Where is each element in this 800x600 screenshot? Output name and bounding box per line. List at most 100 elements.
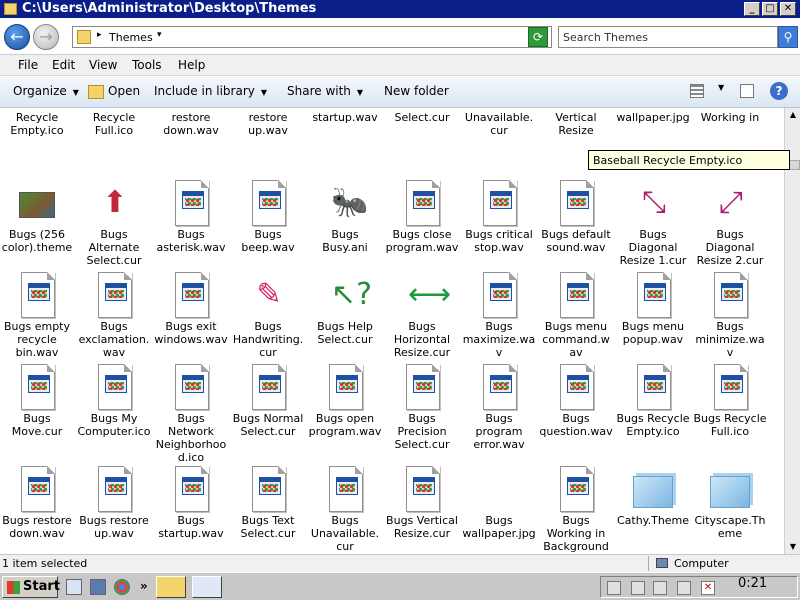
sound-file-icon	[171, 272, 211, 320]
file-item[interactable]: Baseball wallpaper.jpg	[616, 108, 690, 124]
file-item[interactable]: ↖? Bugs Help Select.cur	[308, 272, 382, 347]
include-in-library-button[interactable]: Include in library ▼	[154, 84, 267, 98]
file-item[interactable]: Baseball startup.wav	[308, 108, 382, 124]
file-item[interactable]: Bugs minimize.wav	[693, 272, 767, 359]
back-button[interactable]: ←	[4, 24, 30, 50]
file-item[interactable]: Bugs Precision Select.cur	[385, 364, 459, 451]
file-item[interactable]: Bugs Recycle Empty.ico	[616, 364, 690, 438]
file-item[interactable]: Bugs Text Select.cur	[231, 466, 305, 540]
file-label: Bugs Text Select.cur	[240, 514, 296, 540]
file-item[interactable]: Baseball Vertical Resize	[539, 108, 613, 137]
chevron-right-icon[interactable]: ▸	[97, 30, 102, 40]
menu-help[interactable]: Help	[178, 58, 205, 72]
file-item[interactable]: Bugs asterisk.wav	[154, 180, 228, 254]
file-item[interactable]: Bugs close program.wav	[385, 180, 459, 254]
file-item[interactable]: Bugs empty recycle bin.wav	[0, 272, 74, 359]
file-item[interactable]: Bugs Vertical Resize.cur	[385, 466, 459, 540]
file-item[interactable]: Bugs Move.cur	[0, 364, 74, 438]
file-item[interactable]: Cathy.Theme	[616, 466, 690, 527]
file-item[interactable]: Bugs startup.wav	[154, 466, 228, 540]
file-item[interactable]: Baseball Recycle Full.ico	[77, 108, 151, 137]
chevron-down-icon[interactable]: ▼	[718, 83, 724, 92]
menu-edit[interactable]: Edit	[52, 58, 75, 72]
file-item[interactable]: ⟷ Bugs Horizontal Resize.cur	[385, 272, 459, 360]
file-item[interactable]: Bugs Recycle Full.ico	[693, 364, 767, 438]
forward-button[interactable]: →	[33, 24, 59, 50]
file-item[interactable]: Bugs Unavailable.cur	[308, 466, 382, 553]
preview-pane-icon[interactable]	[740, 84, 754, 98]
network-icon[interactable]	[677, 581, 691, 595]
open-button[interactable]: Open	[108, 84, 140, 98]
file-item[interactable]: Bugs open program.wav	[308, 364, 382, 438]
file-item[interactable]: ✎ Bugs Handwriting.cur	[231, 272, 305, 360]
file-item[interactable]: Bugs wallpaper.jpg	[462, 466, 536, 540]
show-desktop-icon[interactable]	[66, 579, 82, 595]
menu-view[interactable]: View	[89, 58, 117, 72]
file-label: Bugs menu command.wav	[542, 320, 610, 359]
file-item[interactable]: Bugs default sound.wav	[539, 180, 613, 254]
start-button[interactable]: Start	[2, 576, 60, 598]
volume-muted-icon[interactable]: ✕	[701, 581, 715, 595]
file-item[interactable]: Bugs question.wav	[539, 364, 613, 438]
device-icon[interactable]	[631, 581, 645, 595]
refresh-button[interactable]: ⟳	[528, 27, 548, 47]
file-item[interactable]: Bugs menu popup.wav	[616, 272, 690, 346]
file-label: Bugs Working in Background	[543, 514, 609, 553]
sound-file-icon	[248, 364, 288, 412]
scroll-down-icon[interactable]: ▼	[786, 540, 800, 554]
file-item[interactable]: Bugs Normal Select.cur	[231, 364, 305, 438]
file-item[interactable]: Bugs Network Neighborhood.ico	[154, 364, 228, 464]
file-item[interactable]: Bugs (256 color).theme	[0, 180, 74, 254]
new-folder-button[interactable]: New folder	[384, 84, 449, 98]
maximize-button[interactable]: □	[762, 2, 778, 16]
file-item[interactable]: ⤢ Bugs Diagonal Resize 2.cur	[693, 180, 767, 268]
file-item[interactable]: Baseball restore down.wav	[154, 108, 228, 137]
file-item[interactable]: Cityscape.Theme	[693, 466, 767, 540]
file-item[interactable]: Bugs restore up.wav	[77, 466, 151, 540]
file-item[interactable]: Bugs restore down.wav	[0, 466, 74, 540]
file-item[interactable]: Bugs Working in Background	[539, 466, 613, 553]
file-item[interactable]: Baseball Working in	[693, 108, 767, 124]
minimize-button[interactable]: _	[744, 2, 760, 16]
organize-button[interactable]: Organize ▼	[13, 84, 79, 98]
cursor-glyph: ✎	[256, 277, 282, 312]
file-item[interactable]: Bugs exclamation.wav	[77, 272, 151, 359]
file-item[interactable]: Baseball Text Select.cur	[385, 108, 459, 124]
chevron-right-icon[interactable]: »	[140, 579, 148, 593]
change-view-icon[interactable]	[690, 84, 704, 98]
menu-tools[interactable]: Tools	[132, 58, 162, 72]
tooltip: Baseball Recycle Empty.ico	[588, 150, 790, 170]
file-item[interactable]: Bugs My Computer.ico	[77, 364, 151, 438]
file-item[interactable]: Bugs exit windows.wav	[154, 272, 228, 346]
file-item[interactable]: Bugs beep.wav	[231, 180, 305, 254]
file-item[interactable]: ⬆ Bugs Alternate Select.cur	[77, 180, 151, 268]
chrome-icon[interactable]	[114, 579, 130, 595]
share-with-button[interactable]: Share with ▼	[287, 84, 363, 98]
file-item[interactable]: Bugs menu command.wav	[539, 272, 613, 359]
file-item[interactable]: Bugs program error.wav	[462, 364, 536, 451]
file-item[interactable]: Baseball Recycle Empty.ico	[0, 108, 74, 137]
file-label: Bugs Recycle Full.ico	[693, 412, 767, 438]
address-box[interactable]: ▸ Themes ▾ ▾	[72, 26, 552, 48]
taskbar-explorer-button[interactable]	[156, 576, 186, 598]
explorer-icon[interactable]	[90, 579, 106, 595]
menu-file[interactable]: File	[18, 58, 38, 72]
file-item[interactable]: Bugs critical stop.wav	[462, 180, 536, 254]
breadcrumb-themes[interactable]: Themes	[109, 31, 153, 44]
action-center-icon[interactable]	[607, 581, 621, 595]
help-icon[interactable]: ?	[770, 82, 788, 100]
chevron-down-icon[interactable]: ▾	[157, 30, 162, 40]
file-item[interactable]: ⤡ Bugs Diagonal Resize 1.cur	[616, 180, 690, 268]
vertical-scrollbar[interactable]: ▲ ▼	[784, 108, 800, 554]
taskbar-app-button[interactable]	[192, 576, 222, 598]
file-item[interactable]: Baseball restore up.wav	[231, 108, 305, 137]
search-icon[interactable]: ⚲	[778, 26, 798, 48]
cursor-file-icon: ⟷	[402, 272, 451, 320]
flag-icon[interactable]	[653, 581, 667, 595]
scroll-up-icon[interactable]: ▲	[786, 108, 800, 122]
file-item[interactable]: Baseball Unavailable. cur	[462, 108, 536, 137]
search-input[interactable]: Search Themes	[558, 26, 778, 48]
close-button[interactable]: ✕	[780, 2, 796, 16]
file-item[interactable]: Bugs maximize.wav	[462, 272, 536, 359]
file-item[interactable]: 🐜 Bugs Busy.ani	[308, 180, 382, 255]
